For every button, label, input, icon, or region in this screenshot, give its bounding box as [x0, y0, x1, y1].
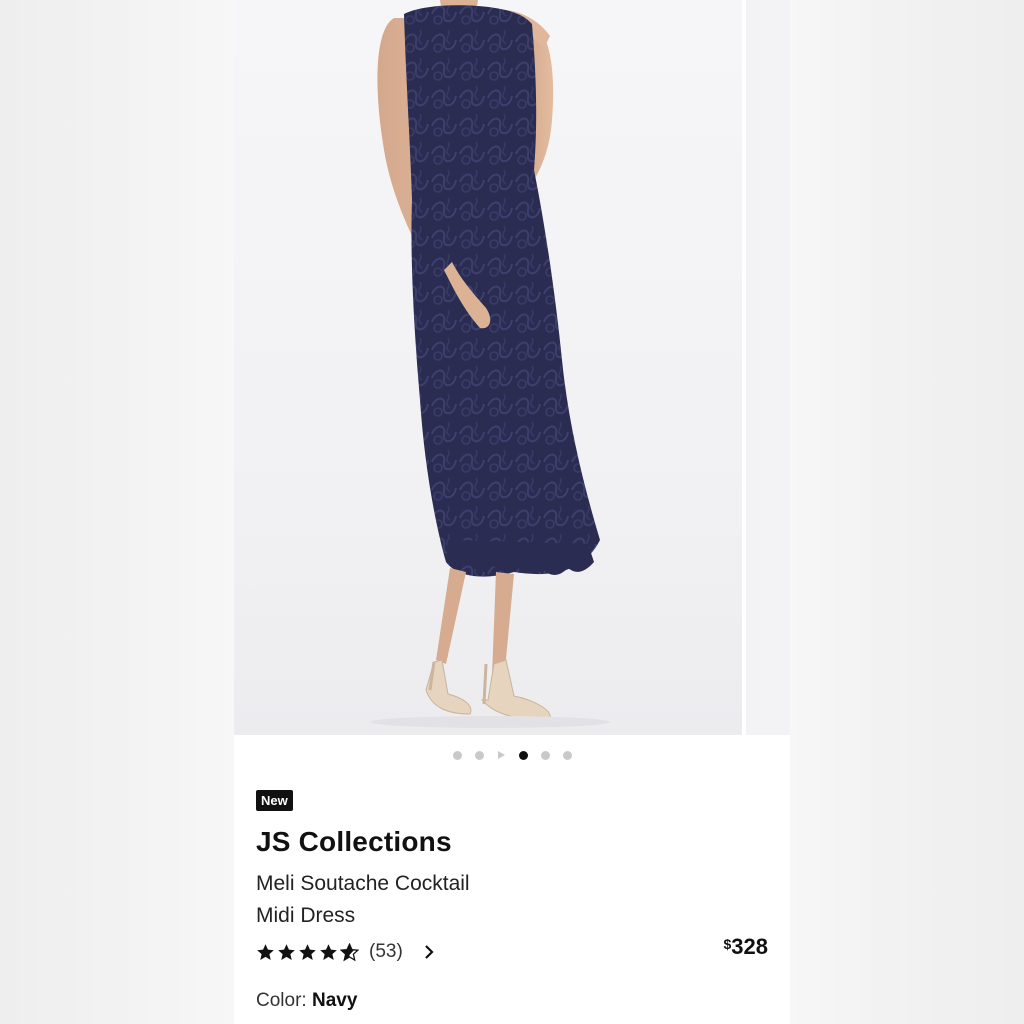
color-label: Color:	[256, 990, 307, 1011]
product-card: New JS Collections Meli Soutache Cocktai…	[234, 0, 790, 1024]
product-image[interactable]	[234, 0, 742, 735]
product-name-line2: Midi Dress	[256, 904, 356, 927]
product-name: Meli Soutache Cocktail Midi Dress	[256, 868, 556, 932]
gallery-pagination[interactable]	[234, 748, 790, 762]
color-value: Navy	[311, 990, 358, 1011]
price-currency: $	[723, 936, 732, 952]
rating-row[interactable]: (53)	[256, 938, 435, 966]
color-selection: Color: Navy	[256, 990, 357, 1012]
next-product-image-peek[interactable]	[746, 0, 790, 735]
gallery-dot[interactable]	[540, 750, 550, 760]
price-amount: 328	[731, 934, 768, 959]
chevron-right-icon[interactable]	[423, 944, 435, 960]
gallery-dot[interactable]	[562, 750, 572, 760]
star-icon	[278, 943, 295, 960]
new-badge: New	[256, 790, 293, 811]
gallery-dot[interactable]	[474, 750, 484, 760]
star-icon	[320, 943, 337, 960]
star-icon	[299, 943, 316, 960]
model-illustration	[370, 0, 610, 728]
star-icon	[257, 943, 274, 960]
background-left	[0, 0, 234, 1024]
price: $328	[723, 934, 768, 960]
brand-name[interactable]: JS Collections	[256, 826, 452, 858]
play-icon[interactable]	[497, 751, 505, 759]
star-rating	[256, 942, 359, 962]
half-star-icon	[340, 942, 359, 961]
gallery-dot[interactable]	[452, 750, 462, 760]
background-right	[790, 0, 1024, 1024]
product-name-line1: Meli Soutache Cocktail	[256, 872, 470, 895]
review-count[interactable]: (53)	[369, 941, 403, 963]
gallery-dot-active[interactable]	[518, 750, 528, 760]
